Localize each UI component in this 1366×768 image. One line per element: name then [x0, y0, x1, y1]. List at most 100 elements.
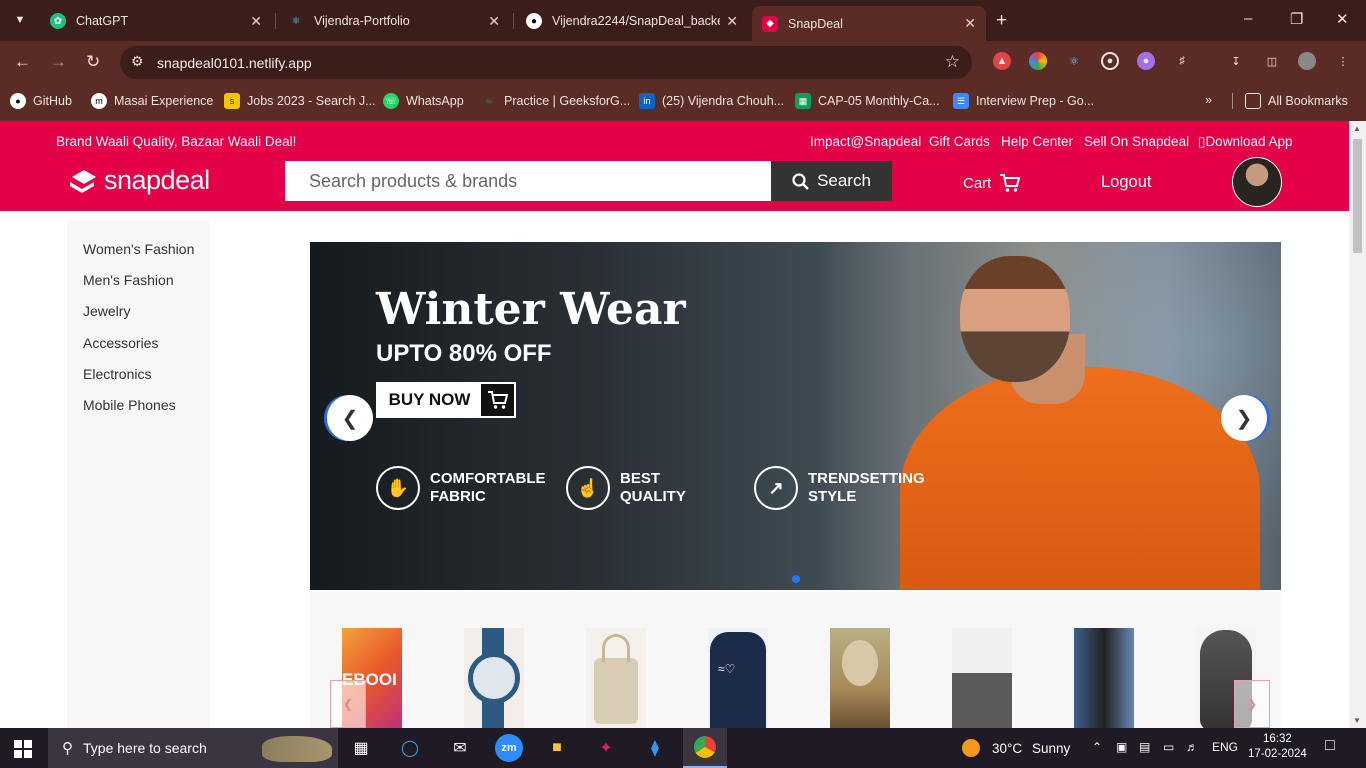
tab-portfolio[interactable]: ⚛ Vijendra-Portfolio ✕	[278, 6, 510, 36]
slack-icon[interactable]: ✦	[592, 734, 620, 762]
battery-icon[interactable]: ▭	[1163, 740, 1174, 754]
extension-purple-icon[interactable]: ●	[1137, 52, 1155, 70]
bookmarks-bar: ● GitHub m Masai Experience s Jobs 2023 …	[0, 84, 1366, 121]
task-view-icon[interactable]: ▦	[347, 734, 375, 762]
tab-snapdeal[interactable]: ◆ SnapDeal ✕	[752, 6, 986, 41]
mail-icon[interactable]: ✉	[446, 734, 474, 762]
network-icon[interactable]: ▤	[1139, 740, 1150, 754]
carousel-indicator-dot[interactable]	[792, 575, 800, 583]
forward-button[interactable]: →	[50, 52, 67, 72]
taskbar-search-box[interactable]: ⚲ Type here to search	[48, 728, 338, 768]
reload-button[interactable]: ↻	[86, 52, 100, 72]
back-button[interactable]: ←	[14, 52, 31, 72]
product-card-hoodie[interactable]: ≈♡	[708, 628, 768, 728]
color-picker-icon[interactable]	[1029, 52, 1047, 70]
weather-widget[interactable]: 30°C Sunny	[962, 739, 1070, 757]
user-avatar[interactable]	[1232, 157, 1282, 207]
help-center-link[interactable]: Help Center	[1001, 134, 1073, 149]
bookmark-label: Jobs 2023 - Search J...	[247, 94, 376, 108]
language-indicator[interactable]: ENG	[1212, 740, 1238, 754]
category-accessories[interactable]: Accessories	[83, 335, 158, 351]
sun-icon	[962, 739, 980, 757]
address-bar[interactable]: ⚙ snapdeal0101.netlify.app ☆	[120, 46, 972, 79]
browser-menu-icon[interactable]: ⋮	[1334, 52, 1352, 70]
more-bookmarks-chevron-icon[interactable]: »	[1205, 93, 1212, 107]
search-input[interactable]	[285, 161, 771, 201]
search-button[interactable]: Search	[771, 161, 892, 201]
extensions-puzzle-icon[interactable]: ♯	[1173, 52, 1191, 70]
chevron-right-icon: ❯	[1235, 407, 1253, 430]
bookmark-interview-prep[interactable]: ☰ Interview Prep - Go...	[953, 93, 1094, 109]
download-app-label: Download App	[1205, 134, 1293, 149]
gift-cards-link[interactable]: Gift Cards	[929, 134, 990, 149]
logout-button[interactable]: Logout	[1101, 173, 1151, 192]
new-tab-button[interactable]: +	[996, 10, 1007, 32]
bookmark-github[interactable]: ● GitHub	[10, 93, 72, 109]
product-card-anime-poster[interactable]	[1074, 628, 1134, 728]
category-womens-fashion[interactable]: Women's Fashion	[83, 241, 194, 257]
zoom-app-icon[interactable]: zm	[495, 734, 523, 762]
product-next-button[interactable]: ❯	[1234, 680, 1270, 728]
site-info-icon[interactable]: ⚙	[131, 53, 144, 70]
category-mens-fashion[interactable]: Men's Fashion	[83, 272, 174, 288]
tab-chatgpt[interactable]: ✿ ChatGPT ✕	[40, 6, 272, 36]
product-card-watch[interactable]	[464, 628, 524, 728]
feature-line1: COMFORTABLE	[430, 470, 546, 487]
bookmark-whatsapp[interactable]: ☏ WhatsApp	[383, 93, 464, 109]
snapdeal-logo[interactable]: snapdeal	[68, 165, 210, 196]
category-electronics[interactable]: Electronics	[83, 366, 151, 382]
product-card-bedding[interactable]	[952, 628, 1012, 728]
tab-search-button[interactable]: ▼	[8, 8, 32, 32]
windows-start-icon[interactable]	[14, 740, 32, 758]
bookmark-cap05[interactable]: ▦ CAP-05 Monthly-Ca...	[795, 93, 940, 109]
file-explorer-icon[interactable]: ■	[543, 734, 571, 762]
chrome-taskbar-icon[interactable]	[683, 728, 727, 768]
category-jewelry[interactable]: Jewelry	[83, 303, 130, 319]
bookmark-masai[interactable]: m Masai Experience	[91, 93, 213, 109]
close-tab-icon[interactable]: ✕	[964, 15, 976, 32]
scrollbar-thumb[interactable]	[1353, 139, 1362, 253]
brave-shield-icon[interactable]: ▲	[993, 52, 1011, 70]
gfg-icon: ∞	[485, 96, 493, 106]
product-card-bag[interactable]	[586, 628, 646, 728]
bookmark-geeksforgeeks[interactable]: ∞ Practice | GeeksforG...	[481, 93, 630, 109]
sell-on-snapdeal-link[interactable]: Sell On Snapdeal	[1084, 134, 1189, 149]
notification-icon[interactable]: □	[1325, 737, 1335, 755]
side-panel-icon[interactable]: ◫	[1263, 52, 1281, 70]
close-tab-icon[interactable]: ✕	[726, 13, 738, 30]
edge-browser-icon[interactable]: ◯	[396, 734, 424, 762]
vscode-icon[interactable]: ⧫	[641, 734, 669, 762]
category-mobile-phones[interactable]: Mobile Phones	[83, 397, 176, 413]
download-icon[interactable]: ↧	[1227, 52, 1245, 70]
close-tab-icon[interactable]: ✕	[488, 13, 500, 30]
carousel-next-button[interactable]: ❯	[1221, 395, 1267, 441]
meet-now-icon[interactable]: ▣	[1116, 740, 1127, 754]
product-prev-button[interactable]: ❮	[330, 680, 366, 728]
bookmark-linkedin[interactable]: in (25) Vijendra Chouh...	[639, 93, 784, 109]
restore-button[interactable]: ❐	[1290, 10, 1303, 28]
tab-github-repo[interactable]: ● Vijendra2244/SnapDeal_backen ✕	[516, 6, 748, 36]
minimize-button[interactable]: –	[1244, 10, 1252, 27]
scroll-up-icon[interactable]: ▲	[1353, 124, 1361, 133]
page-scrollbar[interactable]: ▲ ▼	[1349, 121, 1366, 728]
volume-icon[interactable]: ♬	[1186, 740, 1198, 754]
chevron-up-icon[interactable]: ⌃	[1092, 740, 1102, 754]
close-tab-icon[interactable]: ✕	[250, 13, 262, 30]
target-icon[interactable]: ●	[1101, 52, 1119, 70]
bookmark-jobs[interactable]: s Jobs 2023 - Search J...	[224, 93, 376, 109]
download-app-link[interactable]: ▯Download App	[1198, 134, 1293, 150]
scroll-down-icon[interactable]: ▼	[1353, 716, 1361, 725]
clock-time: 16:32	[1263, 733, 1292, 745]
all-bookmarks-button[interactable]: ​ All Bookmarks	[1232, 93, 1348, 109]
hero-banner-carousel[interactable]: Winter Wear UPTO 80% OFF BUY NOW ✋ COMFO…	[310, 242, 1281, 590]
buy-now-button[interactable]: BUY NOW	[376, 382, 516, 418]
impact-link[interactable]: Impact@Snapdeal	[810, 134, 921, 149]
product-card-poster[interactable]	[830, 628, 890, 728]
close-window-button[interactable]: ✕	[1336, 10, 1349, 28]
bookmark-star-icon[interactable]: ☆	[945, 52, 960, 72]
react-devtools-icon[interactable]: ⚛	[1065, 52, 1083, 70]
carousel-prev-button[interactable]: ❮	[327, 395, 373, 441]
profile-avatar-icon[interactable]	[1298, 52, 1316, 70]
system-clock[interactable]: 16:32 17-02-2024	[1248, 732, 1307, 762]
cart-button[interactable]: Cart	[963, 173, 1021, 193]
